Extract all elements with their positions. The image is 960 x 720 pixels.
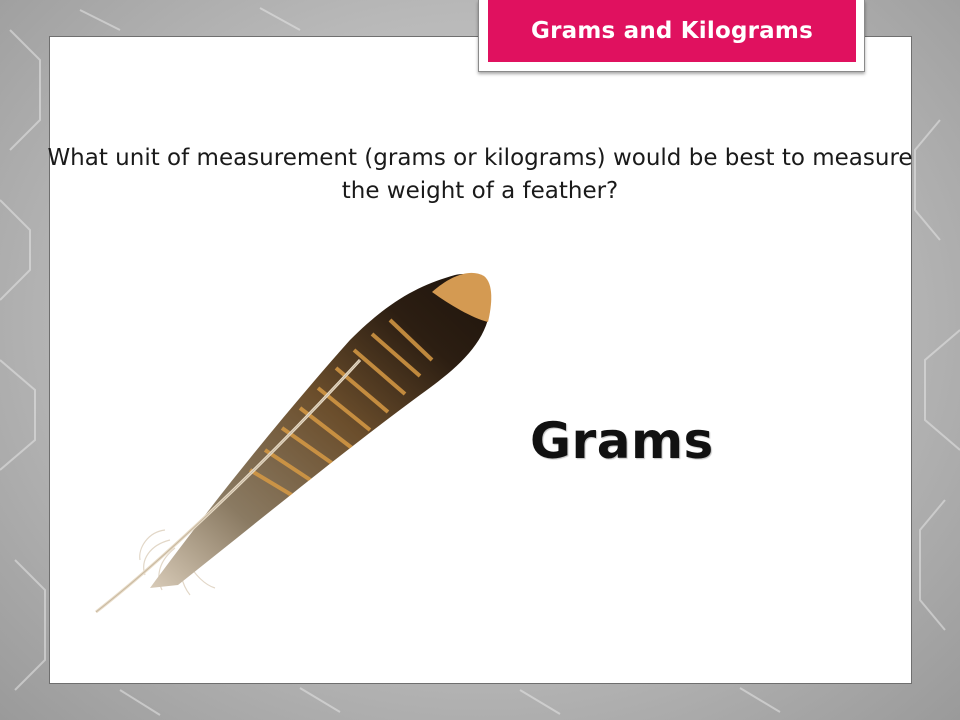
feather-icon: [95, 272, 492, 614]
answer-text: Grams: [530, 412, 714, 470]
title-tab: Grams and Kilograms: [478, 0, 865, 72]
question-text: What unit of measurement (grams or kilog…: [47, 145, 913, 204]
slide-title: Grams and Kilograms: [488, 0, 856, 62]
